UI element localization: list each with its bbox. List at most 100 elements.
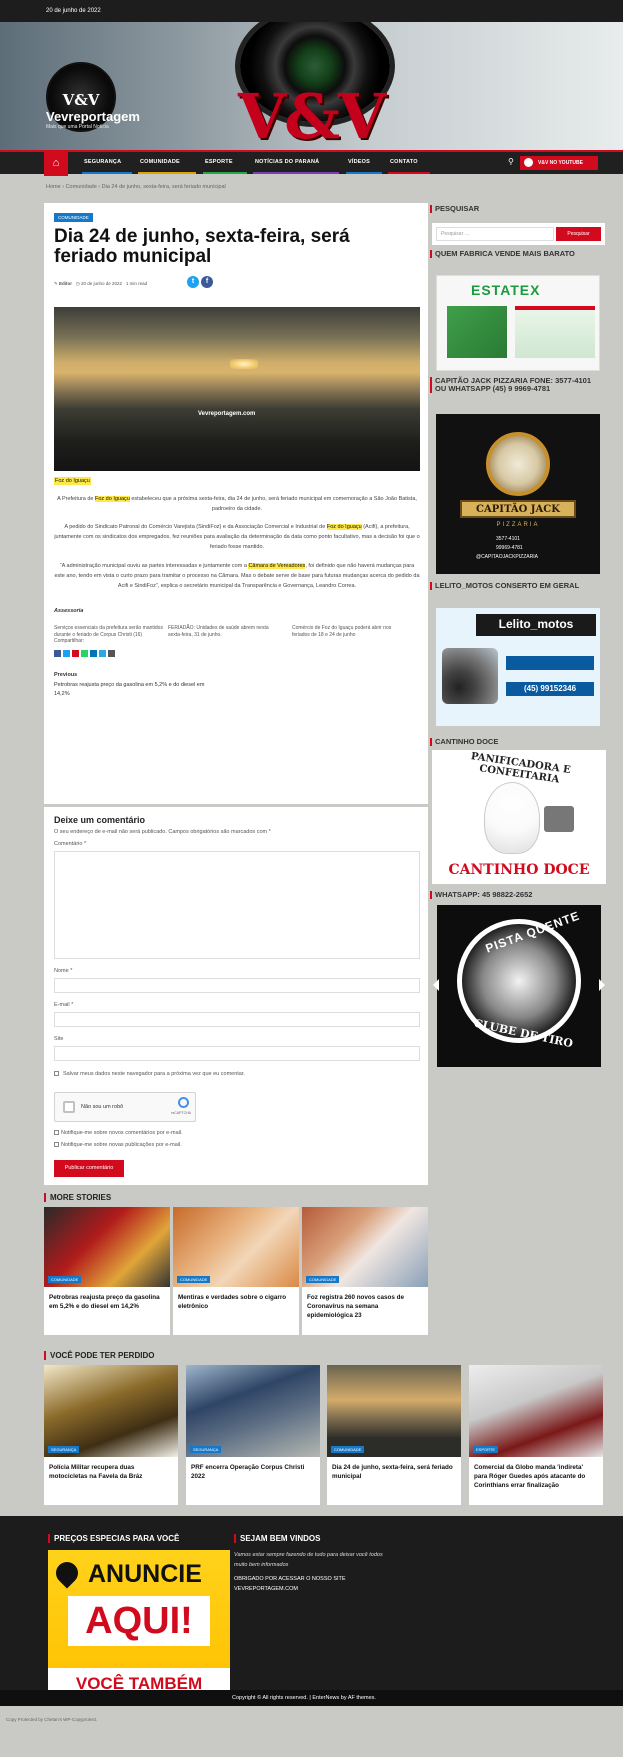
missed-card-title[interactable]: Polícia Militar recupera duas motociclet… <box>44 1457 178 1481</box>
facebook-icon[interactable]: f <box>201 276 213 288</box>
related-post[interactable]: FERIADÃO: Unidades de saúde abrem nesta … <box>168 625 280 639</box>
site-label: Site <box>54 1036 64 1042</box>
captcha-label: Não sou um robô <box>81 1104 124 1110</box>
search-icon[interactable]: ⚲ <box>508 157 514 166</box>
logo-text: V&V <box>62 91 100 109</box>
nav-item-esporte[interactable]: ESPORTE <box>205 159 233 165</box>
prev-post-link[interactable]: Petrobras reajusta preço da gasolina em … <box>54 681 214 699</box>
sidebar-search-button[interactable]: Pesquisar <box>556 227 601 241</box>
missed-card[interactable]: SEGURANÇA PRF encerra Operação Corpus Ch… <box>186 1365 320 1505</box>
ad4-title: CANTINHO DOCE <box>430 738 498 746</box>
whatsapp-share-icon[interactable] <box>81 650 88 657</box>
submit-comment-button[interactable]: Publicar comentário <box>54 1160 124 1177</box>
email-field[interactable] <box>54 1012 420 1027</box>
story-card[interactable]: COMUNIDADE Petrobras reajusta preço da g… <box>44 1207 170 1335</box>
captcha-checkbox[interactable] <box>63 1101 75 1113</box>
carousel-prev-icon[interactable] <box>433 979 439 991</box>
carousel-next-icon[interactable] <box>599 979 605 991</box>
source: Assessoria <box>54 608 84 614</box>
story-title[interactable]: Petrobras reajusta preço da gasolina em … <box>44 1287 170 1311</box>
category-badge[interactable]: COMUNIDADE <box>306 1276 340 1283</box>
category-badge[interactable]: SEGURANÇA <box>48 1446 80 1453</box>
twitter-share-icon[interactable] <box>63 650 70 657</box>
related-post[interactable]: Comércio de Foz do Iguaçu poderá abrir n… <box>292 625 404 639</box>
category-badge[interactable]: SEGURANÇA <box>190 1446 222 1453</box>
save-data-row[interactable]: Salvar meus dados neste navegador para a… <box>54 1071 245 1077</box>
nav-item-contato[interactable]: CONTATO <box>390 159 418 165</box>
category-badge[interactable]: COMUNIDADE <box>331 1446 365 1453</box>
breadcrumb-home[interactable]: Home <box>46 184 61 190</box>
telegram-share-icon[interactable] <box>99 650 106 657</box>
missed-card-title[interactable]: Dia 24 de junho, sexta-feira, será feria… <box>327 1457 461 1481</box>
author[interactable]: Editor <box>59 281 72 286</box>
nav-item-comunidade[interactable]: COMUNIDADE <box>140 159 180 165</box>
notify-comments-row[interactable]: Notifique-me sobre novos comentários por… <box>54 1130 183 1136</box>
hero-logo-text: V&V <box>238 80 386 150</box>
notify-comments-checkbox[interactable] <box>54 1130 59 1136</box>
facebook-share-icon[interactable] <box>54 650 61 657</box>
main-nav: ⌂ SEGURANÇA COMUNIDADE ESPORTE NOTÍCIAS … <box>0 150 623 176</box>
recaptcha-widget[interactable]: Não sou um robô reCAPTCHA <box>54 1092 196 1122</box>
email-share-icon[interactable] <box>108 650 115 657</box>
home-icon[interactable]: ⌂ <box>44 150 68 176</box>
ad2-brand: CAPITÃO JACK <box>460 500 576 518</box>
nav-item-videos[interactable]: VÍDEOS <box>348 159 370 165</box>
ad1-title: QUEM FABRICA VENDE MAIS BARATO <box>430 250 600 258</box>
ad-line1: ANUNCIE <box>88 1560 202 1588</box>
pinterest-share-icon[interactable] <box>72 650 79 657</box>
story-title[interactable]: Foz registra 260 novos casos de Coronaví… <box>302 1287 428 1320</box>
chef-image <box>484 782 540 854</box>
cantinho-doce-ad[interactable]: PANIFICADORA E CONFEITARIA CANTINHO DOCE <box>432 750 606 884</box>
nav-item-noticias-parana[interactable]: NOTÍCIAS DO PARANÁ <box>255 159 319 165</box>
missed-card[interactable]: ESPORTE Comercial da Globo manda 'indire… <box>469 1365 603 1505</box>
missed-card[interactable]: COMUNIDADE Dia 24 de junho, sexta-feira,… <box>327 1365 461 1505</box>
footer-thanks-text: OBRIGADO POR ACESSAR O NOSSO SITE VEVREP… <box>234 1576 346 1592</box>
comment-textarea[interactable] <box>54 851 420 959</box>
email-label: E-mail * <box>54 1002 74 1008</box>
notify-posts-row[interactable]: Notifique-me sobre novas publicações por… <box>54 1142 182 1148</box>
category-badge[interactable]: COMUNIDADE <box>54 213 93 222</box>
missed-card-title[interactable]: Comercial da Globo manda 'indireta' para… <box>469 1457 603 1490</box>
category-badge[interactable]: ESPORTE <box>473 1446 499 1453</box>
link-foz[interactable]: Foz do Iguaçu <box>94 496 130 502</box>
capitao-jack-ad[interactable]: CAPITÃO JACK PIZZARIA 3577-4101 99969-47… <box>436 414 600 574</box>
missed-card-title[interactable]: PRF encerra Operação Corpus Christi 2022 <box>186 1457 320 1481</box>
site-field[interactable] <box>54 1046 420 1061</box>
estatex-ad[interactable]: ESTATEX <box>436 275 600 371</box>
category-badge[interactable]: COMUNIDADE <box>48 1276 82 1283</box>
nav-item-seguranca[interactable]: SEGURANÇA <box>84 159 121 165</box>
clock-icon: ◷ <box>75 281 80 286</box>
notify-posts-checkbox[interactable] <box>54 1142 59 1148</box>
link-camara[interactable]: Câmara de Vereadores <box>248 563 306 569</box>
pista-quente-ad[interactable]: PISTA QUENTE CLUBE DE TIRO <box>433 905 605 1067</box>
story-card[interactable]: COMUNIDADE Mentiras e verdades sobre o c… <box>173 1207 299 1335</box>
missed-card[interactable]: SEGURANÇA Polícia Militar recupera duas … <box>44 1365 178 1505</box>
story-title[interactable]: Mentiras e verdades sobre o cigarro elet… <box>173 1287 299 1311</box>
ad2-phone2: 99969-4781 <box>496 545 523 551</box>
sidebar-search-input[interactable]: Pesquisar … <box>436 227 554 241</box>
ad5-title: WHATSAPP: 45 98822-2652 <box>430 891 532 899</box>
save-data-checkbox[interactable] <box>54 1071 59 1077</box>
related-post[interactable]: Serviços essenciais da prefeitura serão … <box>54 625 166 639</box>
twitter-icon[interactable]: t <box>187 276 199 288</box>
site-title[interactable]: Vevreportagem <box>46 109 140 124</box>
more-stories-title: MORE STORIES <box>44 1193 111 1202</box>
linkedin-share-icon[interactable] <box>90 650 97 657</box>
story-card[interactable]: COMUNIDADE Foz registra 260 novos casos … <box>302 1207 428 1335</box>
pirate-icon <box>486 432 550 496</box>
prev-label: Previous <box>54 672 78 678</box>
top-bar: 20 de junho de 2022 <box>0 0 623 22</box>
link-foz[interactable]: Foz do Iguaçu <box>326 524 362 530</box>
ad2-phone1: 3577-4101 <box>496 536 520 542</box>
category-badge[interactable]: COMUNIDADE <box>177 1276 211 1283</box>
article-card: COMUNIDADE Dia 24 de junho, sexta-feira,… <box>44 203 428 804</box>
breadcrumb-category[interactable]: Comunidade <box>66 184 97 190</box>
youtube-button[interactable]: V&V NO YOUTUBE <box>520 156 598 170</box>
name-field[interactable] <box>54 978 420 993</box>
sidebar-search-box: Pesquisar … Pesquisar <box>432 223 605 245</box>
lelito-motos-ad[interactable]: Lelito_motos (45) 99152346 <box>436 608 600 726</box>
anuncie-ad[interactable]: ANUNCIE AQUI! VOCÊ TAMBÉM <box>48 1550 230 1700</box>
copyright: Copyright © All rights reserved. | Enter… <box>232 1695 376 1701</box>
site-header: V&V V&V Vevreportagem Mais que uma Porta… <box>0 22 623 150</box>
comment-label: Comentário * <box>54 841 87 847</box>
